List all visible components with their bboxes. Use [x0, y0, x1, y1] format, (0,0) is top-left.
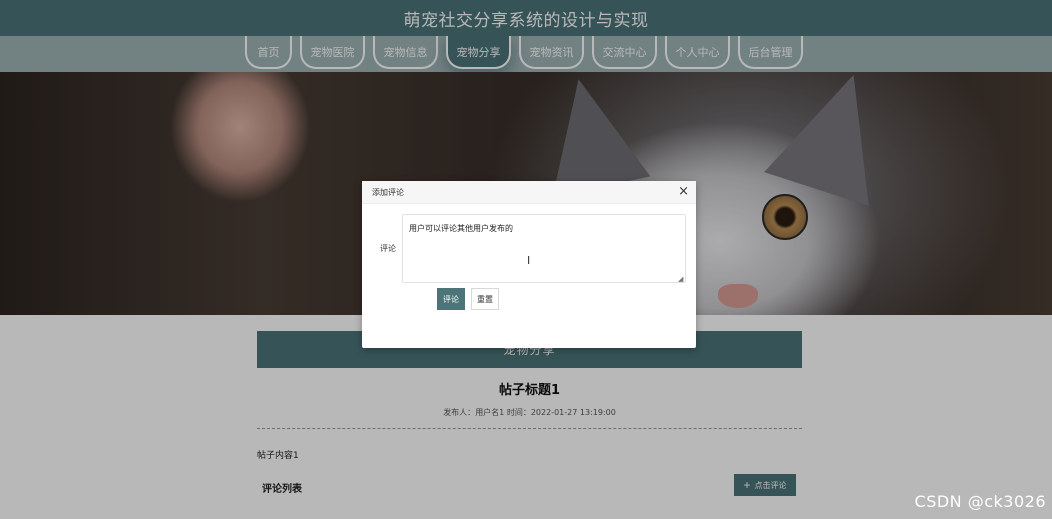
resize-grip-icon[interactable]: ◢: [678, 275, 683, 283]
dialog-title: 添加评论: [372, 188, 404, 197]
close-icon[interactable]: ×: [678, 184, 689, 200]
reset-button[interactable]: 重置: [471, 288, 499, 310]
add-comment-dialog: 添加评论 × 评论 用户可以评论其他用户发布的 ◢ I 评论 重置: [362, 181, 696, 348]
comment-textarea[interactable]: 用户可以评论其他用户发布的: [402, 214, 686, 283]
comment-field-label: 评论: [380, 244, 396, 253]
text-cursor-icon: I: [527, 254, 531, 267]
dialog-header: 添加评论 ×: [362, 181, 696, 204]
watermark: CSDN @ck3026: [914, 492, 1046, 511]
submit-comment-button[interactable]: 评论: [437, 288, 465, 310]
